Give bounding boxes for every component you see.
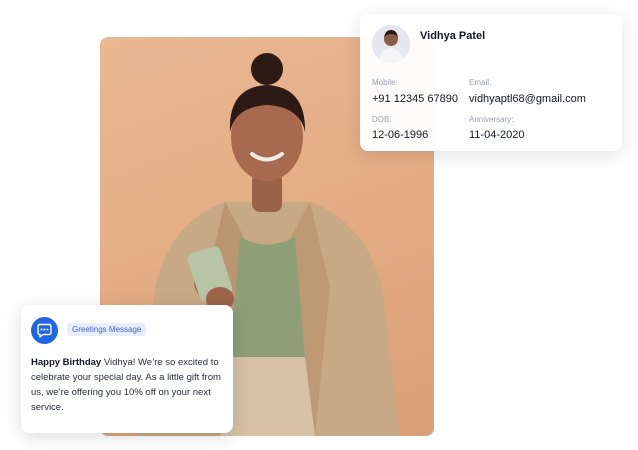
greeting-tag: Greetings Message	[67, 323, 147, 336]
user-avatar	[372, 25, 410, 63]
dob-value: 12-06-1996	[372, 129, 429, 141]
anniversary-value: 11-04-2020	[469, 129, 525, 141]
email-label: Email:	[469, 78, 492, 87]
anniversary-label: Anniversary:	[469, 115, 514, 124]
mobile-label: Mobile:	[372, 78, 398, 87]
contact-card: Vidhya Patel Mobile: +91 12345 67890 Ema…	[360, 14, 622, 151]
chat-bubble-icon	[31, 317, 58, 344]
greeting-message: Happy Birthday Vidhya! We’re so excited …	[31, 355, 227, 415]
email-value: vidhyaptl68@gmail.com	[469, 93, 586, 105]
greeting-card: Greetings Message Happy Birthday Vidhya!…	[21, 305, 233, 433]
dob-label: DOB:	[372, 115, 392, 124]
contact-name: Vidhya Patel	[420, 30, 486, 42]
mobile-value: +91 12345 67890	[372, 93, 458, 105]
message-bold: Happy Birthday	[31, 357, 102, 368]
